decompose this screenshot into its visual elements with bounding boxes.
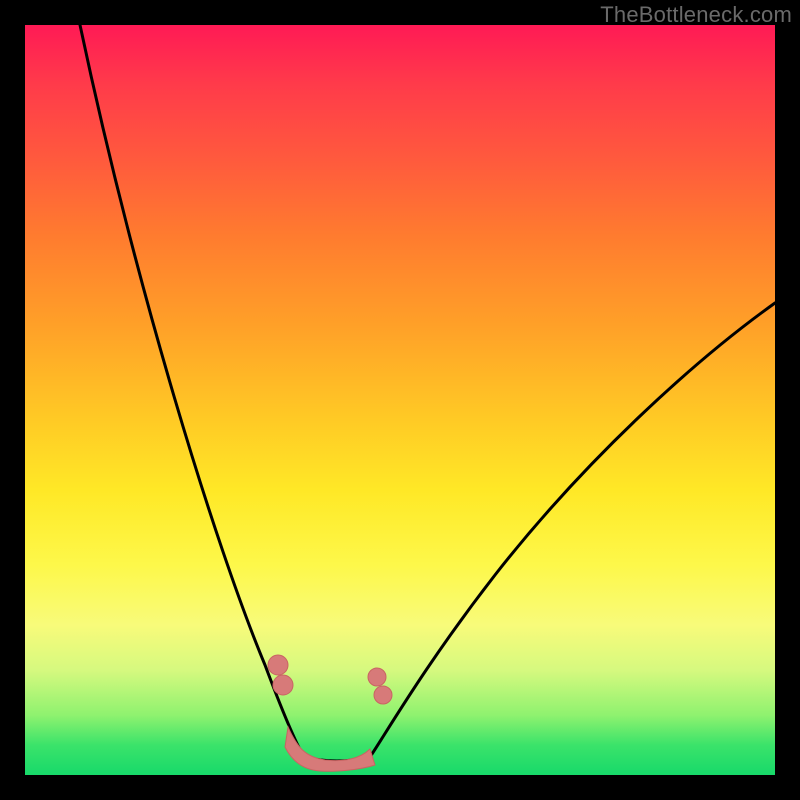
chart-svg — [25, 25, 775, 775]
chart-frame: TheBottleneck.com — [0, 0, 800, 800]
left-curve — [80, 25, 304, 757]
right-marker-upper — [368, 668, 386, 686]
plot-area — [25, 25, 775, 775]
right-curve — [370, 303, 775, 757]
left-marker-lower — [273, 675, 293, 695]
left-marker-upper — [268, 655, 288, 675]
valley-band — [285, 727, 375, 771]
right-marker-lower — [374, 686, 392, 704]
